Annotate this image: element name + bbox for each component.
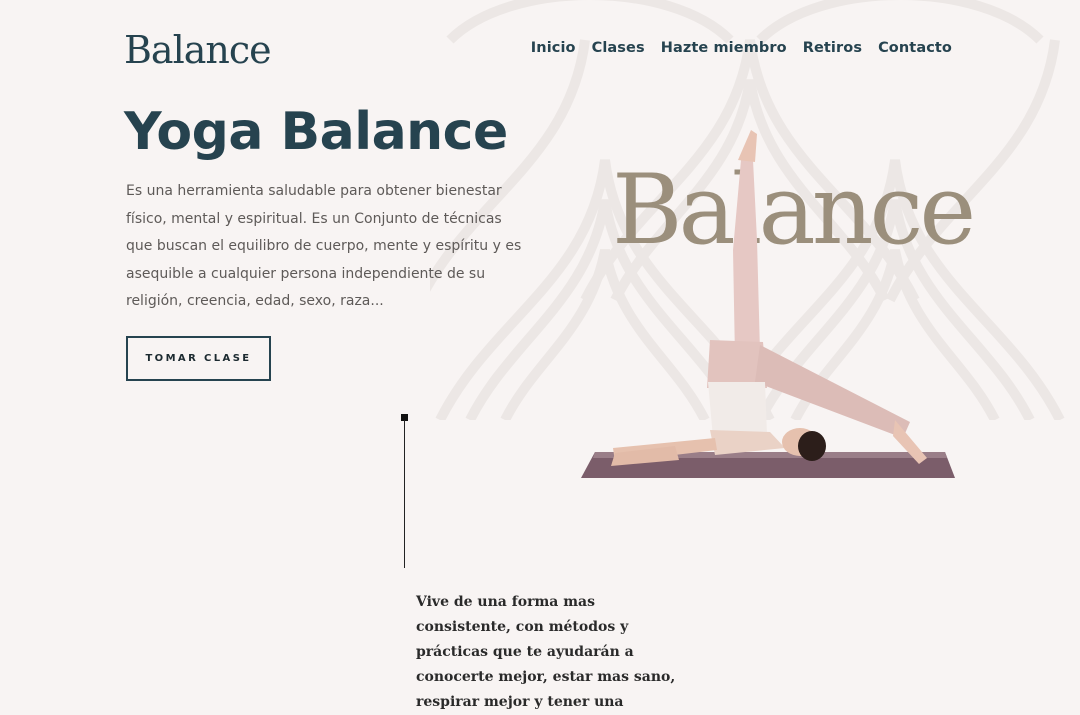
main-nav: Inicio Clases Hazte miembro Retiros Cont… [531,40,952,56]
intro-paragraph: Vive de una forma mas consistente, con m… [416,594,676,710]
nav-link-retiros[interactable]: Retiros [803,40,862,56]
take-class-button[interactable]: TOMAR CLASE [126,336,271,381]
nav-link-contacto[interactable]: Contacto [878,40,952,56]
nav-link-hazte-miembro[interactable]: Hazte miembro [661,40,787,56]
timeline-line [404,420,405,568]
yoga-pose-illustration [581,130,955,478]
nav-link-clases[interactable]: Clases [592,40,645,56]
hero-description: Es una herramienta saludable para obtene… [126,183,522,309]
hero-title: Yoga Balance [124,102,508,162]
brand-logo[interactable]: Balance [124,28,272,72]
nav-link-inicio[interactable]: Inicio [531,40,576,56]
